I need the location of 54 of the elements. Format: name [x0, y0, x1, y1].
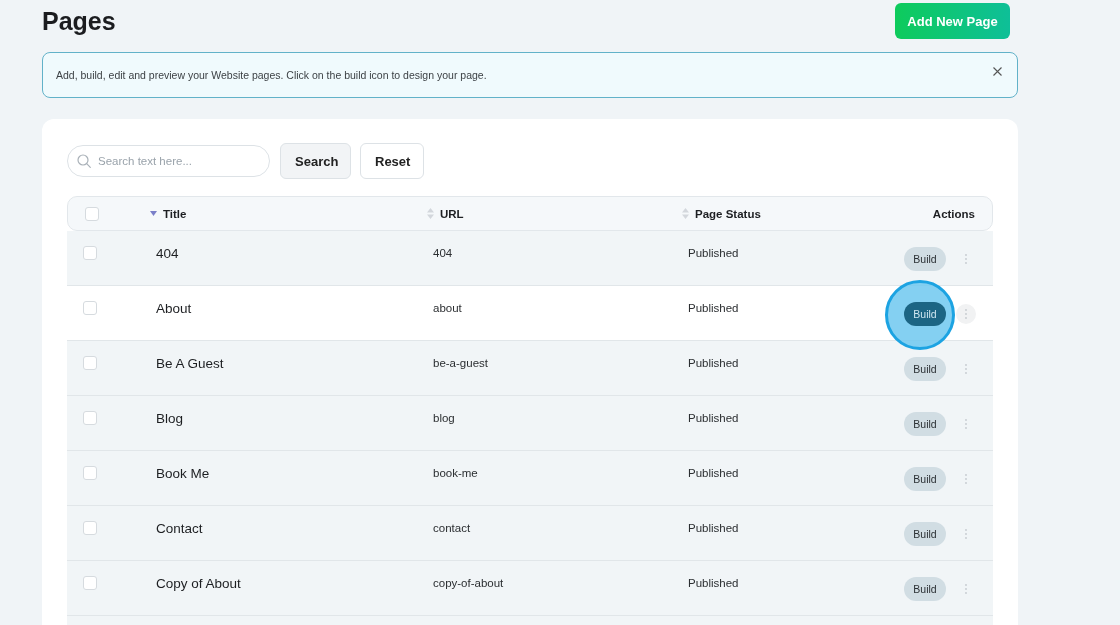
- row-checkbox[interactable]: [83, 246, 97, 260]
- page-title: Pages: [42, 6, 116, 36]
- status-cell: Published: [688, 247, 739, 259]
- column-header[interactable]: URL: [427, 207, 464, 220]
- url-cell: book-me: [433, 467, 478, 479]
- row-checkbox[interactable]: [83, 356, 97, 370]
- page-title-cell: 404: [156, 246, 179, 261]
- build-button[interactable]: Build: [904, 411, 946, 436]
- url-cell: blog: [433, 412, 455, 424]
- url-cell: contact: [433, 522, 471, 534]
- page-title-cell: Blog: [156, 411, 184, 426]
- info-text: Add, build, edit and preview your Website pages. Click on the build icon to design your page.: [56, 69, 487, 81]
- search-icon: [77, 154, 91, 168]
- table-row[interactable]: Copy of About copy-of-about Published Build: [67, 561, 993, 616]
- table-row[interactable]: About about Published Build: [67, 286, 993, 341]
- page-title-cell: Contact: [156, 521, 203, 536]
- close-icon: [993, 66, 1002, 76]
- build-button[interactable]: Build: [904, 246, 946, 271]
- toolbar-button[interactable]: Search: [280, 143, 351, 179]
- select-all-checkbox[interactable]: [85, 206, 99, 221]
- row-checkbox[interactable]: [83, 411, 97, 425]
- close-button[interactable]: [993, 66, 1002, 76]
- table-row[interactable]: Book Me book-me Published Build: [67, 451, 993, 506]
- row-checkbox[interactable]: [83, 466, 97, 480]
- url-cell: about: [433, 302, 462, 314]
- status-cell: Published: [688, 522, 739, 534]
- status-cell: Published: [688, 412, 739, 424]
- row-checkbox[interactable]: [83, 521, 97, 535]
- url-cell: copy-of-about: [433, 577, 504, 589]
- row-checkbox[interactable]: [83, 576, 97, 590]
- page-title-cell: Be A Guest: [156, 356, 224, 371]
- column-header[interactable]: Page Status: [682, 207, 761, 220]
- column-header[interactable]: Title: [150, 207, 187, 220]
- build-button[interactable]: Build: [904, 466, 946, 491]
- table-row[interactable]: Blog blog Published Build: [67, 396, 993, 451]
- url-cell: 404: [433, 247, 453, 259]
- url-cell: be-a-guest: [433, 357, 488, 369]
- status-cell: Published: [688, 302, 739, 314]
- status-cell: Published: [688, 577, 739, 589]
- table-row[interactable]: Contact contact Published Build: [67, 506, 993, 561]
- build-button[interactable]: Build: [904, 576, 946, 601]
- status-cell: Published: [688, 357, 739, 369]
- search-field[interactable]: Search text here...: [67, 145, 270, 177]
- row-checkbox[interactable]: [83, 301, 97, 315]
- build-button[interactable]: Build: [904, 521, 946, 546]
- status-cell: Published: [688, 467, 739, 479]
- build-button[interactable]: Build: [904, 356, 946, 381]
- more-options-button[interactable]: [956, 303, 976, 324]
- table-row[interactable]: Be A Guest be-a-guest Published Build: [67, 341, 993, 396]
- column-header[interactable]: Actions: [932, 207, 975, 220]
- page-title-cell: About: [156, 301, 192, 316]
- page-title-cell: Book Me: [156, 466, 210, 481]
- toolbar-button[interactable]: Reset: [360, 143, 424, 179]
- page-title-cell: Copy of About: [156, 576, 241, 591]
